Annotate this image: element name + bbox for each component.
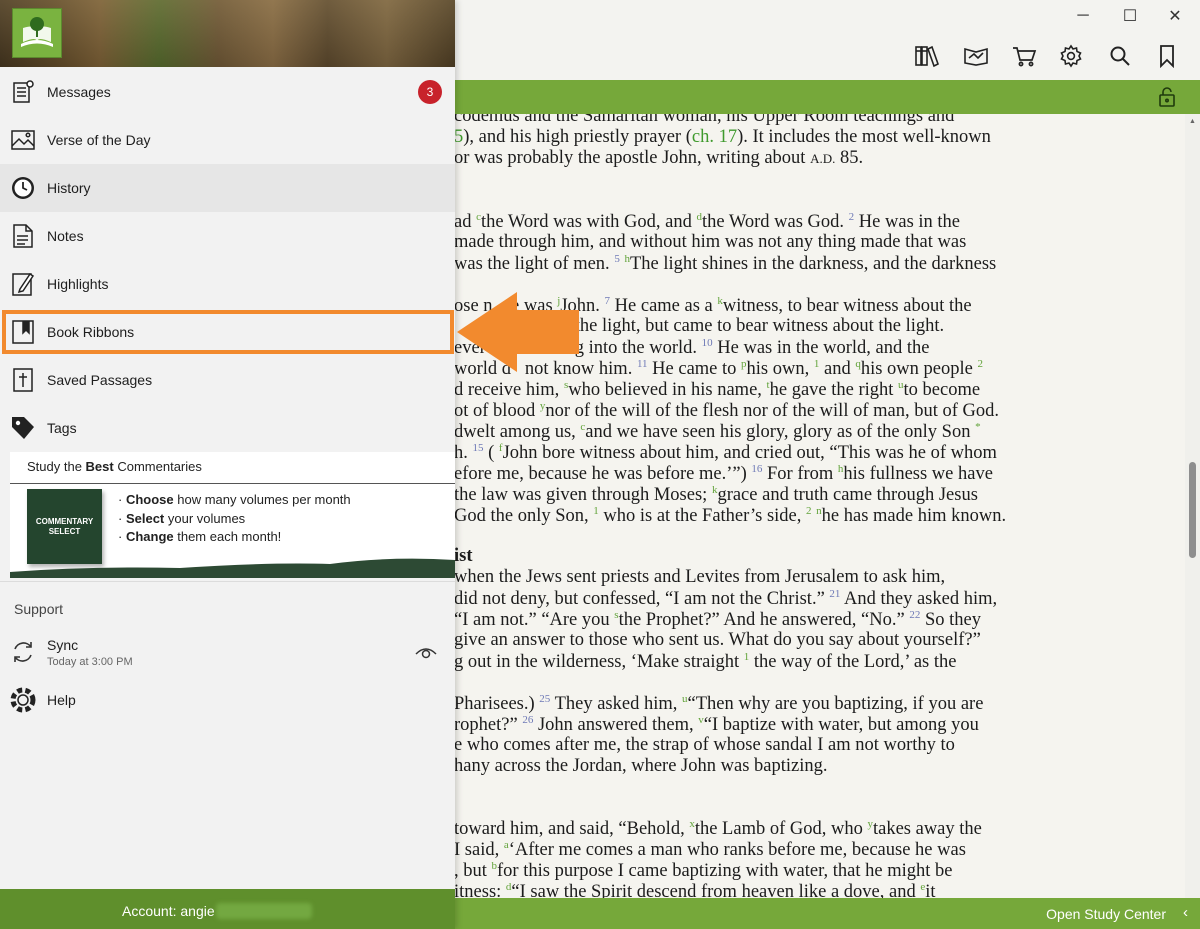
scripture-line: efore me, because he was before me.’”) 1… [454,463,993,485]
scroll-up-icon[interactable]: ▲ [1189,118,1196,125]
reading-plan-icon[interactable] [960,40,992,72]
search-icon[interactable] [1104,40,1136,72]
scripture-line: d receive him, swho believed in his name… [454,379,981,401]
menu-item-label: Highlights [47,276,109,292]
promo-line-choose: · Choose how many volumes per month [118,492,351,507]
scripture-line: the law was given through Moses; kgrace … [454,484,978,506]
library-icon[interactable] [911,40,943,72]
menu-item-label: Book Ribbons [47,324,135,340]
panel-banner [0,0,455,67]
verse-of-day-icon [10,127,36,153]
scripture-line: h. 15 ( fJohn bore witness about him, an… [454,442,997,464]
messages-icon [10,79,36,105]
scripture-line: ot of blood ynor of the will of the fles… [454,400,1000,422]
scripture-line: Pharisees.) 25 They asked him, u“Then wh… [454,693,984,715]
minimize-button[interactable]: ─ [1060,0,1106,32]
scripture-line: toward him, and said, “Behold, xthe Lamb… [454,818,982,840]
promo-line-change: · Change them each month! [118,529,282,544]
menu-item-label: Notes [47,228,84,244]
eye-icon[interactable] [414,642,438,662]
scripture-line: did not deny, but confessed, “I am not t… [454,588,998,610]
menu-item-history[interactable]: History [0,164,455,212]
book-ribbon-icon [10,319,36,345]
section-heading: ist [454,546,473,566]
help-icon [10,687,36,713]
saved-passages-icon [10,367,36,393]
support-heading: Support [14,601,64,617]
scripture-line: hany across the Jordan, where John was b… [454,756,828,776]
menu-item-book-ribbons[interactable]: Book Ribbons [0,308,455,356]
scripture-line: when the Jews sent priests and Levites f… [454,567,946,587]
scripture-line: made through him, and without him was no… [454,232,967,252]
scripture-line: was the light of men. 5 hThe light shine… [454,253,997,275]
account-redacted-text [216,903,312,919]
scripture-line: or was probably the apostle John, writin… [454,148,864,168]
chevron-left-icon[interactable]: ‹ [1183,904,1188,921]
scripture-line: rophet?” 26 John answered them, v“I bapt… [454,714,979,736]
scripture-line: dwelt among us, cand we have seen his gl… [454,421,981,443]
menu-item-saved-passages[interactable]: Saved Passages [0,356,455,404]
menu-item-label: History [47,180,91,196]
commentary-promo-card[interactable]: Study the Best Commentaries COMMENTARY S… [10,452,455,578]
scripture-line: 5), and his high priestly prayer (ch. 17… [454,127,991,147]
account-label: Account: angie [122,903,215,919]
promo-wave-decoration [10,558,455,578]
reader-scrollbar[interactable]: ▲ [1185,114,1200,898]
close-button[interactable]: ✕ [1152,0,1198,32]
maximize-button[interactable]: ☐ [1107,0,1153,32]
bookmark-icon[interactable] [1151,40,1183,72]
scripture-line: God the only Son, 1 who is at the Father… [454,505,1007,527]
navigation-panel: Messages Verse of the Day History Notes High… [0,0,455,929]
account-bar[interactable]: Account: angie [0,889,455,929]
menu-item-label: Verse of the Day [47,132,151,148]
promo-title: Study the Best Commentaries [27,459,202,474]
tag-icon [10,415,36,441]
open-study-center-button[interactable]: Open Study Center [1046,906,1166,922]
menu-item-label: Saved Passages [47,372,153,388]
sync-label: Sync [47,637,79,653]
menu-item-messages[interactable]: Messages [0,68,455,116]
menu-item-label: Messages [47,84,111,100]
scripture-line: “I am not.” “Are you sthe Prophet?” And … [454,609,981,631]
help-item[interactable]: Help [0,676,455,724]
promo-line-select: · Select your volumes [118,511,246,526]
help-label: Help [47,692,76,708]
scripture-line: codemus and the Samaritan woman, his Upp… [454,114,955,126]
orange-pointer-arrow [457,292,579,372]
highlights-icon [10,271,36,297]
scripture-line: itness: d“I saw the Spirit descend from … [454,881,936,898]
menu-item-label: Tags [47,420,77,436]
scroll-thumb[interactable] [1189,462,1196,558]
app-logo-icon[interactable] [12,8,62,58]
scripture-line: g out in the wilderness, ‘Make straight … [454,651,957,673]
scripture-line: e who comes after me, the strap of whose… [454,735,955,755]
scripture-line: give an answer to those who sent us. Wha… [454,630,981,650]
scripture-line: I said, a‘After me comes a man who ranks… [454,839,966,861]
notes-icon [10,223,36,249]
settings-icon[interactable] [1055,40,1087,72]
lock-icon[interactable] [1155,85,1179,109]
messages-count-badge: 3 [418,80,442,104]
sync-item[interactable]: Sync Today at 3:00 PM [0,628,455,676]
sync-icon [10,639,36,665]
menu-item-highlights[interactable]: Highlights [0,260,455,308]
cart-icon[interactable] [1008,40,1040,72]
promo-divider [10,483,455,484]
menu-item-notes[interactable]: Notes [0,212,455,260]
scripture-line: ad cthe Word was with God, and dthe Word… [454,211,961,233]
scripture-line: , but bfor this purpose I came baptizing… [454,860,953,882]
menu-item-tags[interactable]: Tags [0,404,455,452]
menu-item-verse-of-the-day[interactable]: Verse of the Day [0,116,455,164]
support-divider [0,581,455,582]
sync-time: Today at 3:00 PM [47,656,133,668]
history-icon [10,175,36,201]
